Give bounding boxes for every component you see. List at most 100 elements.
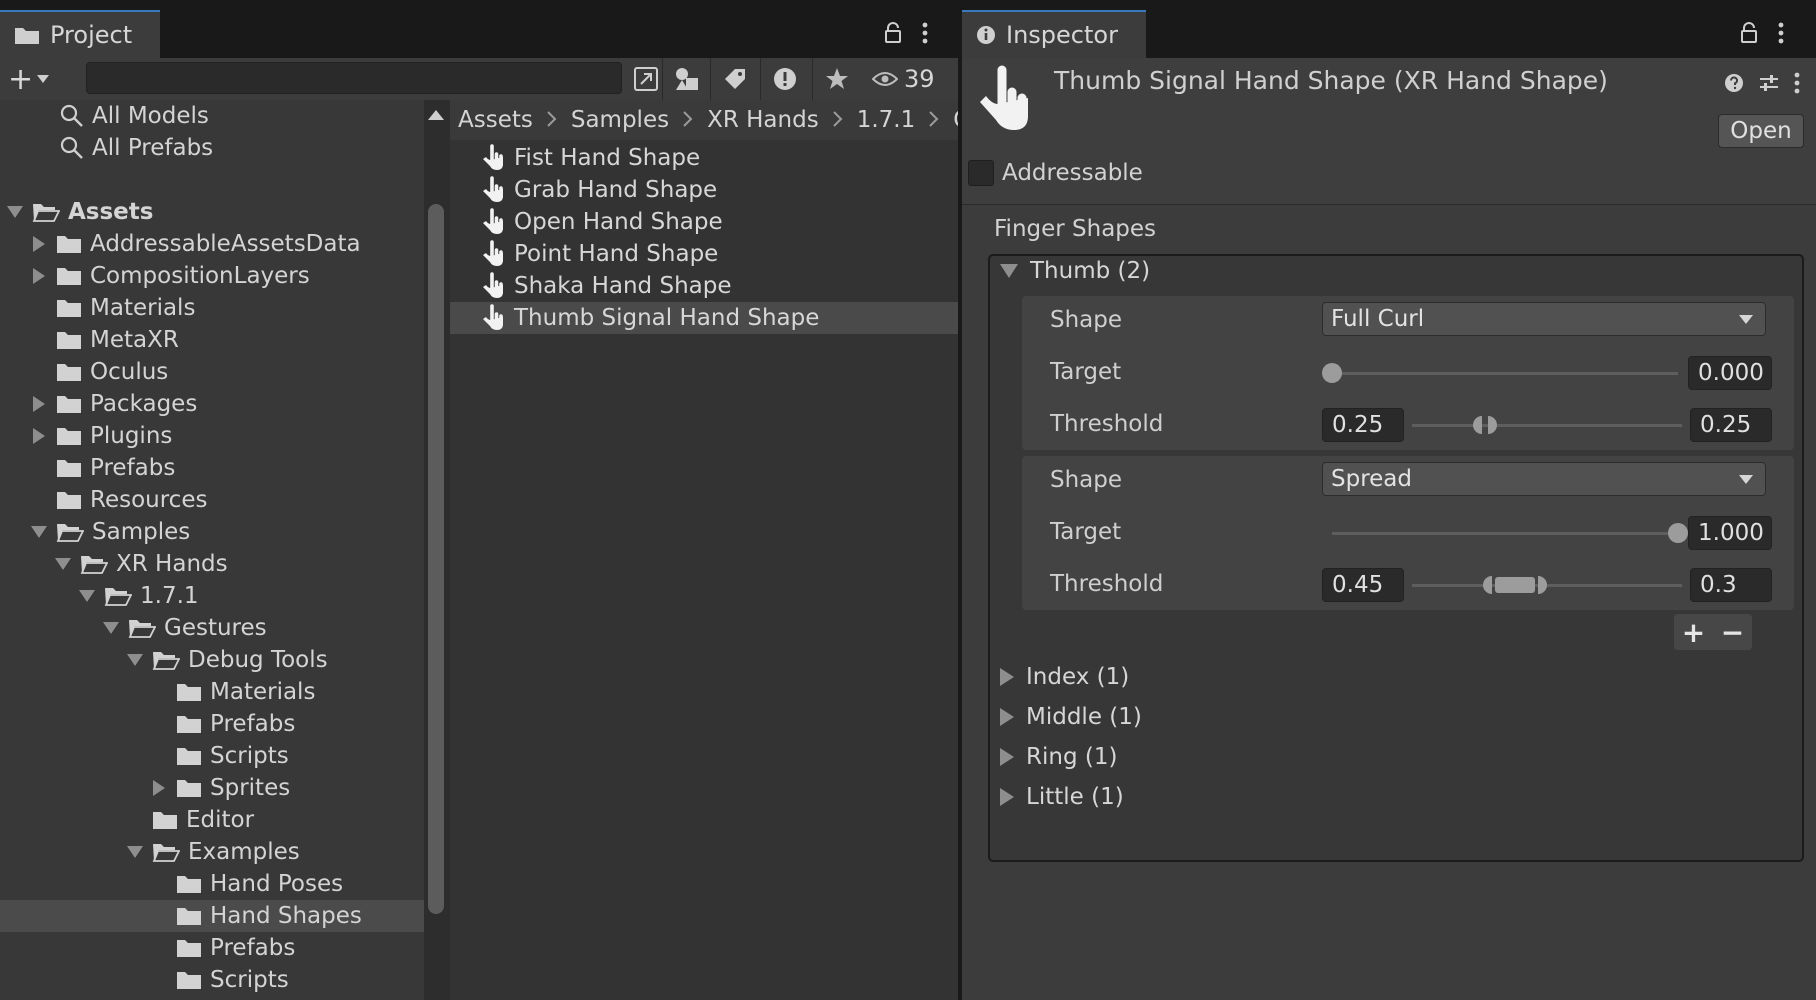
tree-item-label: Editor [186,807,255,833]
target-value-field-2[interactable]: 1.000 [1688,516,1772,550]
shape-dropdown-1[interactable]: Full Curl [1322,302,1766,336]
tree-item-label: Sprites [210,775,291,801]
favorite-all-models[interactable]: All Models [60,100,209,132]
filter-by-label-button[interactable] [710,58,759,100]
tree-item[interactable]: MetaXR [30,324,179,356]
tree-item[interactable]: Debug Tools [126,644,328,676]
tab-project[interactable]: Project [0,10,160,58]
search-input[interactable] [86,62,622,94]
threshold-upper-field-2[interactable]: 0.3 [1690,568,1772,602]
filter-by-type-button[interactable] [662,58,711,100]
tree-item[interactable]: Plugins [30,420,172,452]
target-slider-handle-1[interactable] [1322,363,1342,383]
tree-item[interactable]: Gestures [102,612,267,644]
hidden-packages-toggle[interactable]: 39 [872,62,935,96]
asset-item-label: Fist Hand Shape [514,145,701,171]
tab-inspector[interactable]: Inspector [962,10,1146,58]
tree-item[interactable]: Editor [126,804,254,836]
target-slider-handle-2[interactable] [1668,523,1688,543]
tree-item[interactable]: Prefabs [150,932,295,964]
tree-item[interactable]: Resources [30,484,207,516]
tree-item[interactable]: AddressableAssetsData [30,228,361,260]
breadcrumb-item[interactable]: Samples [571,107,669,133]
chevron-right-icon[interactable] [30,395,48,413]
chevron-down-icon[interactable] [126,843,144,861]
tree-item[interactable]: Scripts [150,740,289,772]
asset-item[interactable]: Thumb Signal Hand Shape [450,302,958,334]
chevron-down-icon[interactable] [102,619,120,637]
threshold-lower-field-1[interactable]: 0.25 [1322,408,1404,442]
chevron-right-icon[interactable] [30,235,48,253]
threshold-range-handle-1[interactable] [1470,414,1500,436]
foldout-finger[interactable]: Index (1) [1000,664,1129,690]
tree-item[interactable]: Hand Shapes [0,900,424,932]
breadcrumb-separator-icon [547,108,557,133]
threshold-range-track-1[interactable] [1412,424,1682,427]
tab-inspector-label: Inspector [1006,21,1118,49]
tree-item[interactable]: Materials [30,292,195,324]
foldout-thumb[interactable]: Thumb (2) [1000,258,1150,284]
help-icon[interactable] [1724,73,1744,93]
open-button[interactable]: Open [1718,114,1804,148]
add-condition-button[interactable]: + [1682,616,1705,649]
tree-item[interactable]: XR Hands [54,548,228,580]
chevron-down-icon[interactable] [54,555,72,573]
chevron-right-icon[interactable] [30,267,48,285]
chevron-right-icon[interactable] [150,779,168,797]
tree-item[interactable]: Materials [150,676,315,708]
kebab-menu-icon[interactable] [1794,72,1800,94]
foldout-finger[interactable]: Ring (1) [1000,744,1117,770]
tree-item[interactable]: 1.7.1 [78,580,199,612]
tree-item[interactable]: CompositionLayers [30,260,310,292]
tree-item[interactable]: Assets [6,196,153,228]
tree-item-label: XR Hands [116,551,228,577]
foldout-finger[interactable]: Little (1) [1000,784,1124,810]
asset-item[interactable]: Point Hand Shape [450,238,958,270]
breadcrumb-item[interactable]: 1.7.1 [857,107,916,133]
breadcrumb-separator-icon [929,108,939,133]
threshold-upper-field-1[interactable]: 0.25 [1690,408,1772,442]
scroll-up-arrow-icon[interactable] [428,110,444,120]
filter-by-log-type-button[interactable] [760,58,809,100]
chevron-down-icon[interactable] [78,587,96,605]
foldout-finger[interactable]: Middle (1) [1000,704,1142,730]
tree-item[interactable]: Prefabs [30,452,175,484]
target-slider-track-1[interactable] [1332,372,1678,375]
breadcrumb-item[interactable]: Assets [458,107,533,133]
create-button[interactable]: + [8,62,60,97]
addressable-checkbox[interactable] [968,160,994,186]
save-search-favorite-button[interactable] [812,58,861,100]
breadcrumb-item[interactable]: XR Hands [707,107,819,133]
tree-item[interactable]: Samples [30,516,190,548]
asset-item[interactable]: Fist Hand Shape [450,142,958,174]
tree-item[interactable]: Packages [30,388,197,420]
chevron-down-icon[interactable] [6,203,24,221]
remove-condition-button[interactable]: − [1721,616,1744,649]
threshold-lower-field-2[interactable]: 0.45 [1322,568,1404,602]
kebab-menu-icon[interactable] [922,22,928,44]
asset-item[interactable]: Grab Hand Shape [450,174,958,206]
threshold-range-handle-2[interactable] [1482,574,1548,596]
chevron-right-icon[interactable] [30,427,48,445]
tree-item[interactable]: Sprites [150,772,290,804]
scrollbar-thumb[interactable] [428,204,444,914]
tree-item[interactable]: Hand Poses [150,868,343,900]
asset-item[interactable]: Shaka Hand Shape [450,270,958,302]
target-slider-track-2[interactable] [1332,532,1678,535]
favorite-all-prefabs[interactable]: All Prefabs [60,132,213,164]
chevron-down-icon[interactable] [30,523,48,541]
tree-item[interactable]: Prefabs [150,708,295,740]
target-value-field-1[interactable]: 0.000 [1688,356,1772,390]
lock-icon[interactable] [884,22,902,44]
chevron-down-icon[interactable] [126,651,144,669]
lock-icon[interactable] [1740,22,1758,44]
tree-item[interactable]: Examples [126,836,300,868]
tree-item[interactable]: Scripts [150,964,289,996]
asset-item[interactable]: Open Hand Shape [450,206,958,238]
shape-dropdown-2[interactable]: Spread [1322,462,1766,496]
warning-icon [774,68,796,90]
tree-item[interactable]: Oculus [30,356,168,388]
kebab-menu-icon[interactable] [1778,22,1784,44]
settings-icon[interactable] [1758,73,1780,93]
